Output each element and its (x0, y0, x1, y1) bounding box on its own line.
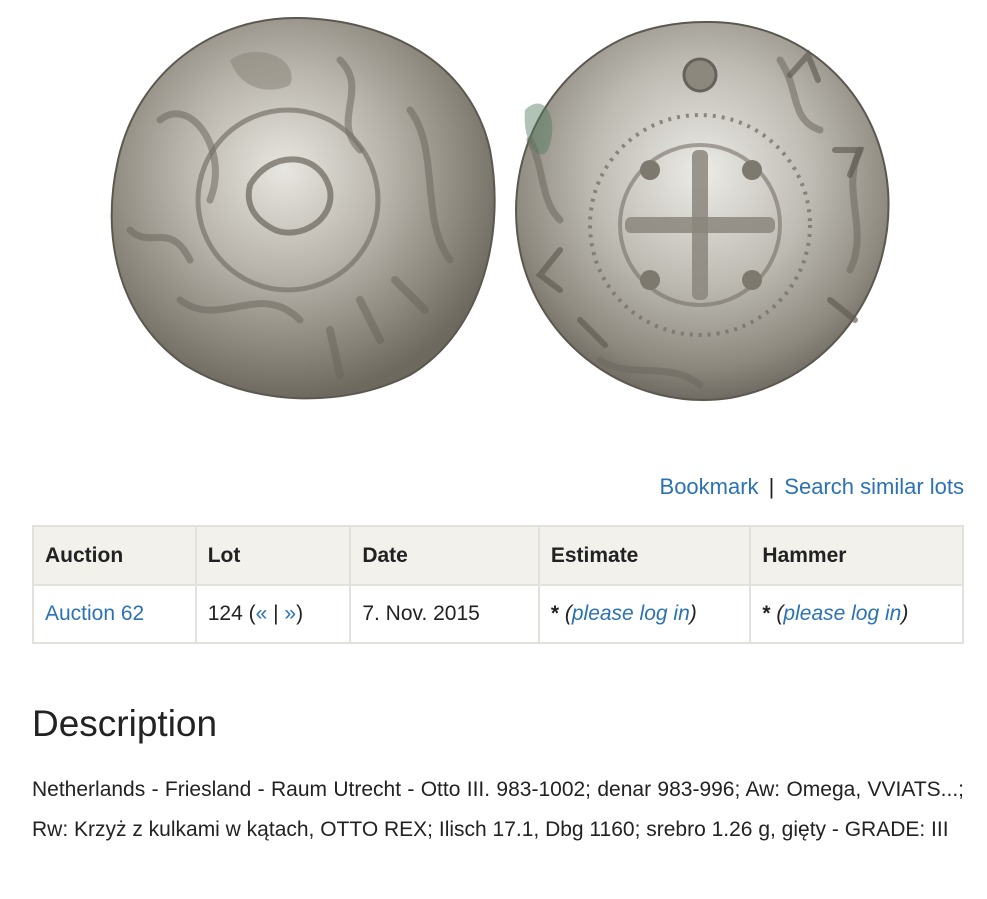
hammer-login-link[interactable]: please log in (783, 602, 901, 625)
hammer-open-paren: ( (770, 602, 784, 625)
lot-number: 124 ( (207, 602, 256, 625)
next-lot-link[interactable]: » (284, 602, 296, 625)
lot-info-table: Auction Lot Date Estimate Hammer Auction… (32, 525, 964, 644)
auction-link[interactable]: Auction 62 (45, 602, 144, 625)
table-header-row: Auction Lot Date Estimate Hammer (32, 525, 964, 586)
coin-image[interactable] (0, 0, 987, 430)
coin-reverse (515, 20, 890, 401)
search-similar-lots-link[interactable]: Search similar lots (784, 474, 964, 499)
hammer-star: * (762, 602, 771, 625)
bookmark-link[interactable]: Bookmark (660, 474, 759, 499)
header-auction: Auction (32, 525, 197, 586)
cell-lot: 124 (« | ») (194, 584, 352, 644)
cell-date: 7. Nov. 2015 (349, 584, 540, 644)
cell-hammer: * (please log in) (749, 584, 964, 644)
header-estimate: Estimate (537, 525, 752, 586)
header-lot: Lot (194, 525, 352, 586)
estimate-open-paren: ( (559, 602, 572, 625)
header-date: Date (349, 525, 540, 586)
estimate-login-link[interactable]: please log in (572, 602, 690, 625)
lot-nav-separator: | (267, 602, 285, 625)
coin-obverse (110, 16, 496, 400)
previous-lot-link[interactable]: « (256, 602, 268, 625)
lot-close-paren: ) (296, 602, 304, 625)
description-heading: Description (32, 703, 218, 744)
estimate-close-paren: ) (689, 602, 697, 625)
cell-estimate: * (please log in) (537, 584, 752, 644)
actions-separator: | (768, 474, 775, 499)
lot-actions: Bookmark | Search similar lots (660, 474, 964, 500)
hammer-close-paren: ) (901, 602, 909, 625)
estimate-star: * (550, 602, 560, 625)
description-text: Netherlands - Friesland - Raum Utrecht -… (32, 778, 964, 841)
table-row: Auction 62 124 (« | ») 7. Nov. 2015 * (p… (32, 584, 964, 644)
cell-auction: Auction 62 (32, 584, 197, 644)
header-hammer: Hammer (749, 525, 964, 586)
